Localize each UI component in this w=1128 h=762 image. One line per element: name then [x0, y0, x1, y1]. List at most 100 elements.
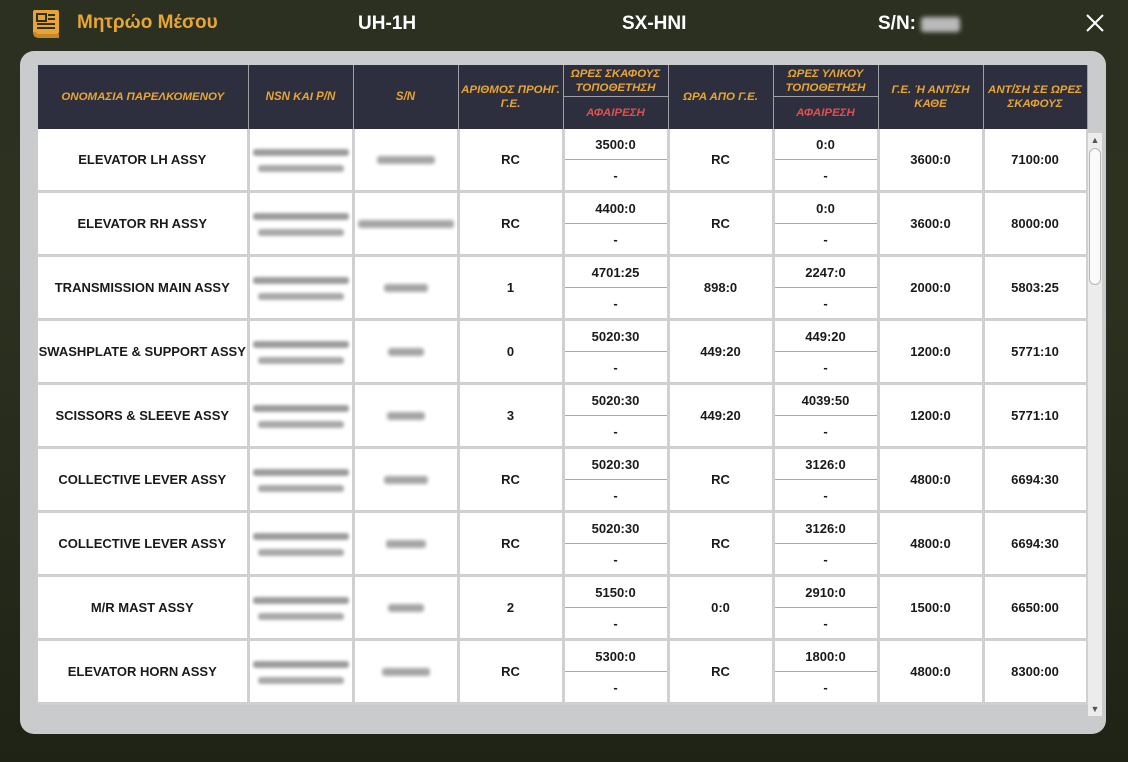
table-row[interactable]: M/R MAST ASSY 2 5150:0 0:0 2910:0 1500:0 6650:…: [38, 575, 1088, 641]
cell-interval: 3600:0: [878, 191, 985, 257]
sn-redacted: [386, 412, 425, 420]
cell-aircraft-removal: -: [563, 223, 670, 257]
col-header-material-hours: ΩΡΕΣ ΥΛΙΚΟΥ ΤΟΠΟΘΕΤΗΣΗ: [773, 65, 879, 97]
table-row[interactable]: COLLECTIVE LEVER ASSY RC 5020:30 RC 3126:0 48…: [38, 447, 1088, 513]
col-header-prev-overhauls: ΑΡΙΘΜΟΣ ΠΡΟΗΓ. Γ.Ε.: [458, 65, 564, 129]
col-header-aircraft-removal: ΑΦΑΙΡΕΣΗ: [563, 96, 669, 129]
vertical-scrollbar[interactable]: ▲ ▼: [1088, 133, 1102, 716]
cell-material-install: 0:0: [773, 129, 880, 160]
cell-interval: 1200:0: [878, 319, 985, 385]
cell-nsn-redacted: [248, 129, 355, 193]
nsn-redacted-line: [252, 469, 349, 476]
cell-prev-overhauls: RC: [458, 129, 565, 193]
sn-redacted: [383, 284, 428, 292]
cell-interval: 4800:0: [878, 447, 985, 513]
table-row[interactable]: ELEVATOR HORN ASSY RC 5300:0 RC 1800:0 4800:0…: [38, 639, 1088, 705]
pn-redacted-line: [257, 229, 344, 236]
cell-interval: 1500:0: [878, 575, 985, 641]
cell-prev-overhauls: 1: [458, 255, 565, 321]
sn-redacted: [381, 668, 430, 676]
table-row[interactable]: ELEVATOR RH ASSY RC 4400:0 RC 0:0 3600:0 8000:…: [38, 191, 1088, 257]
nsn-redacted-line: [252, 597, 349, 604]
cell-aircraft-install: 4400:0: [563, 191, 670, 224]
nsn-redacted-line: [252, 661, 349, 668]
cell-material-removal: -: [773, 351, 880, 385]
scroll-up-icon[interactable]: ▲: [1089, 135, 1101, 145]
cell-component-name: ELEVATOR HORN ASSY: [38, 639, 250, 705]
cell-since-overhaul: 898:0: [668, 255, 775, 321]
sn-redacted: [376, 156, 435, 164]
cell-interval: 3600:0: [878, 129, 985, 193]
table-row[interactable]: ELEVATOR LH ASSY RC 3500:0 RC 0:0 3600:0 7100:…: [38, 129, 1088, 193]
cell-material-removal: -: [773, 415, 880, 449]
cell-replacement: 6650:00: [983, 575, 1088, 641]
cell-material-install: 2247:0: [773, 255, 880, 288]
cell-nsn-redacted: [248, 191, 355, 257]
cell-nsn-redacted: [248, 575, 355, 641]
cell-aircraft-removal: -: [563, 159, 670, 193]
cell-nsn-redacted: [248, 383, 355, 449]
cell-aircraft-removal: -: [563, 671, 670, 705]
cell-material-install: 3126:0: [773, 511, 880, 544]
col-header-since-overhaul: ΩΡΑ ΑΠΟ Γ.Ε.: [668, 65, 774, 129]
cell-prev-overhauls: RC: [458, 447, 565, 513]
table-row[interactable]: SWASHPLATE & SUPPORT ASSY 0 5020:30 449:20 4…: [38, 319, 1088, 385]
cell-sn-redacted: [353, 511, 460, 577]
pn-redacted-line: [257, 613, 344, 620]
nsn-redacted-line: [252, 341, 349, 348]
col-header-aircraft-hours: ΩΡΕΣ ΣΚΑΦΟΥΣ ΤΟΠΟΘΕΤΗΣΗ: [563, 65, 669, 97]
cell-aircraft-install: 5300:0: [563, 639, 670, 672]
cell-since-overhaul: RC: [668, 447, 775, 513]
cell-component-name: SWASHPLATE & SUPPORT ASSY: [38, 319, 250, 385]
cell-component-name: COLLECTIVE LEVER ASSY: [38, 511, 250, 577]
cell-component-name: TRANSMISSION MAIN ASSY: [38, 255, 250, 321]
app-title: Μητρώο Μέσου: [77, 12, 218, 33]
pn-redacted-line: [257, 677, 344, 684]
cell-sn-redacted: [353, 191, 460, 257]
cell-sn-redacted: [353, 255, 460, 321]
cell-since-overhaul: RC: [668, 639, 775, 705]
sn-redacted: [357, 220, 454, 228]
cell-since-overhaul: RC: [668, 129, 775, 193]
cell-nsn-redacted: [248, 319, 355, 385]
cell-aircraft-removal: -: [563, 415, 670, 449]
cell-material-install: 2910:0: [773, 575, 880, 608]
cell-aircraft-install: 5020:30: [563, 447, 670, 480]
cell-nsn-redacted: [248, 255, 355, 321]
cell-component-name: M/R MAST ASSY: [38, 575, 250, 641]
pn-redacted-line: [257, 293, 344, 300]
scroll-thumb[interactable]: [1089, 148, 1101, 285]
cell-nsn-redacted: [248, 511, 355, 577]
table-row[interactable]: TRANSMISSION MAIN ASSY 1 4701:25 898:0 2247:…: [38, 255, 1088, 321]
cell-aircraft-install: 4701:25: [563, 255, 670, 288]
scroll-down-icon[interactable]: ▼: [1089, 704, 1101, 714]
col-header-sn: S/N: [353, 65, 459, 129]
cell-material-removal: -: [773, 671, 880, 705]
cell-interval: 4800:0: [878, 639, 985, 705]
cell-material-install: 3126:0: [773, 447, 880, 480]
cell-material-removal: -: [773, 159, 880, 193]
cell-nsn-redacted: [248, 639, 355, 705]
component-table: ΟΝΟΜΑΣΙΑ ΠΑΡΕΛΚΟΜΕΝΟΥ NSN ΚΑΙ P/N S/N ΑΡ…: [38, 65, 1088, 705]
cell-material-removal: -: [773, 607, 880, 641]
cell-sn-redacted: [353, 383, 460, 449]
title-bar: Μητρώο Μέσου UH-1H SX-HNI S/N:: [0, 0, 1128, 50]
cell-interval: 2000:0: [878, 255, 985, 321]
sn-redacted: [385, 540, 426, 548]
close-icon[interactable]: [1083, 11, 1107, 35]
aircraft-model: UH-1H: [358, 13, 417, 34]
serial-number-label: S/N:: [878, 13, 916, 34]
cell-prev-overhauls: 3: [458, 383, 565, 449]
component-register-panel: ΟΝΟΜΑΣΙΑ ΠΑΡΕΛΚΟΜΕΝΟΥ NSN ΚΑΙ P/N S/N ΑΡ…: [20, 51, 1106, 734]
table-row[interactable]: COLLECTIVE LEVER ASSY RC 5020:30 RC 3126:0 48…: [38, 511, 1088, 577]
cell-aircraft-install: 5020:30: [563, 511, 670, 544]
cell-aircraft-removal: -: [563, 607, 670, 641]
cell-nsn-redacted: [248, 447, 355, 513]
cell-prev-overhauls: RC: [458, 639, 565, 705]
table-row[interactable]: SCISSORS & SLEEVE ASSY 3 5020:30 449:20 4039…: [38, 383, 1088, 449]
aircraft-registration: SX-HNI: [622, 13, 687, 34]
pn-redacted-line: [257, 165, 344, 172]
cell-sn-redacted: [353, 319, 460, 385]
nsn-redacted-line: [252, 149, 349, 156]
cell-since-overhaul: 449:20: [668, 319, 775, 385]
